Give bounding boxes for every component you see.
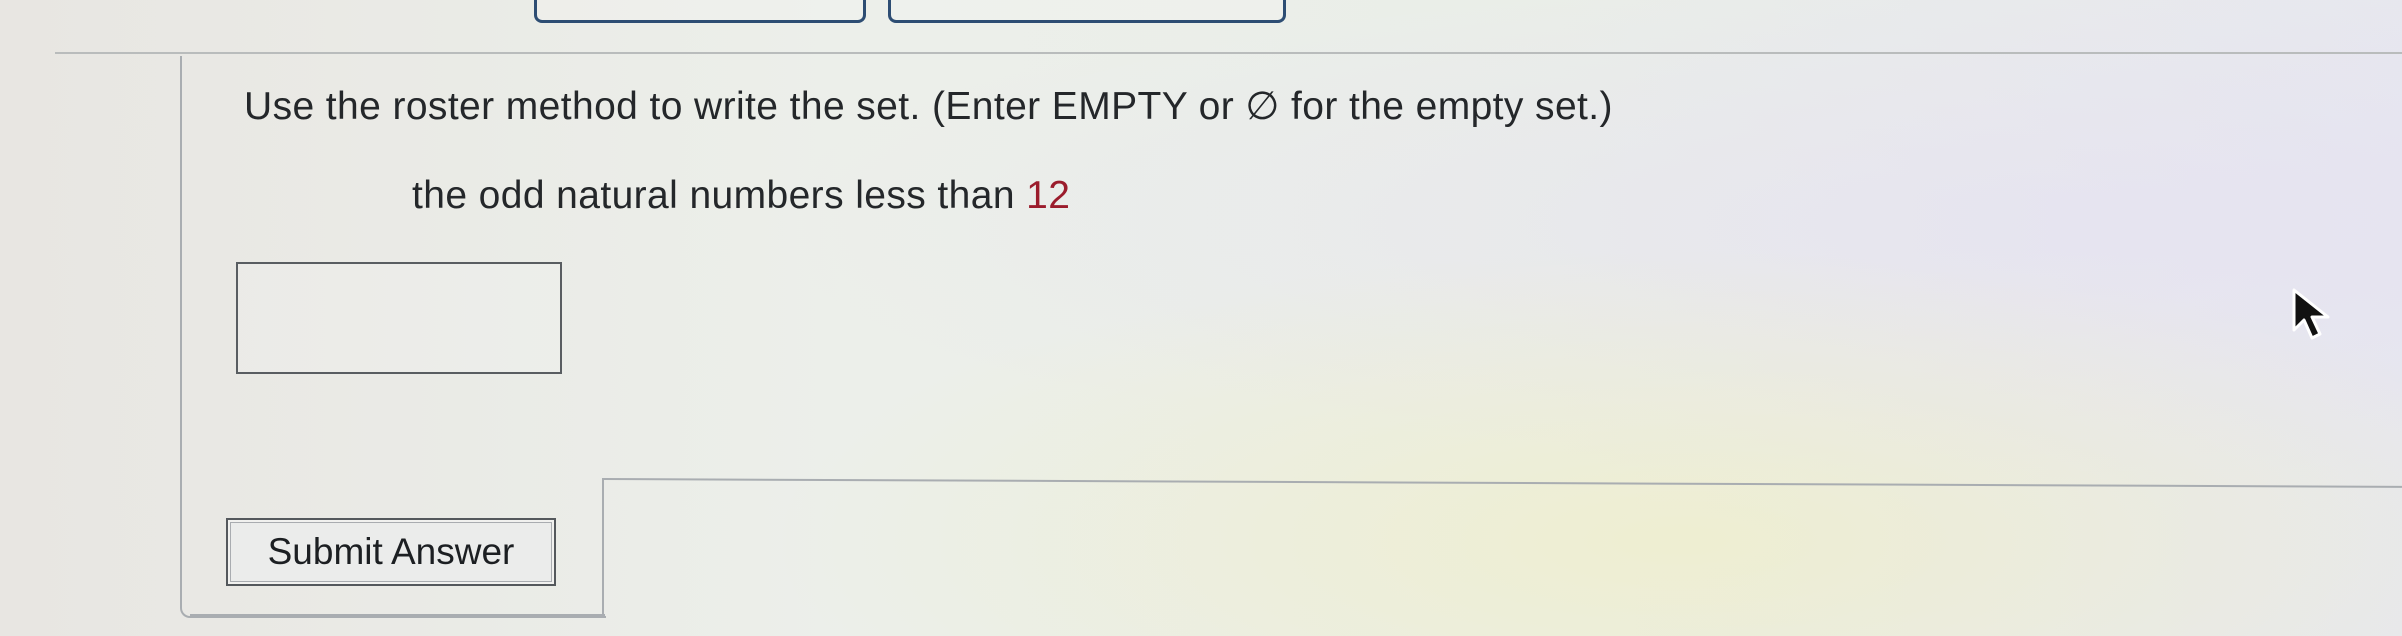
answer-section-divider-vertical: [602, 478, 604, 616]
problem-text: the odd natural numbers less than: [412, 174, 1015, 217]
question-problem: the odd natural numbers less than 12: [412, 174, 1070, 218]
question-instructions: Use the roster method to write the set. …: [244, 85, 1613, 128]
mouse-pointer-icon: [2292, 288, 2330, 340]
answer-input[interactable]: [236, 262, 562, 374]
top-divider: [55, 52, 2402, 54]
problem-number: 12: [1026, 174, 1071, 217]
question-card-bottom-edge: [190, 614, 605, 616]
submit-answer-button[interactable]: Submit Answer: [226, 518, 556, 586]
top-left-button[interactable]: [534, 0, 866, 23]
top-right-button[interactable]: [888, 0, 1286, 23]
screen: Use the roster method to write the set. …: [0, 0, 2402, 636]
answer-section-divider-horizontal: [603, 478, 2402, 488]
